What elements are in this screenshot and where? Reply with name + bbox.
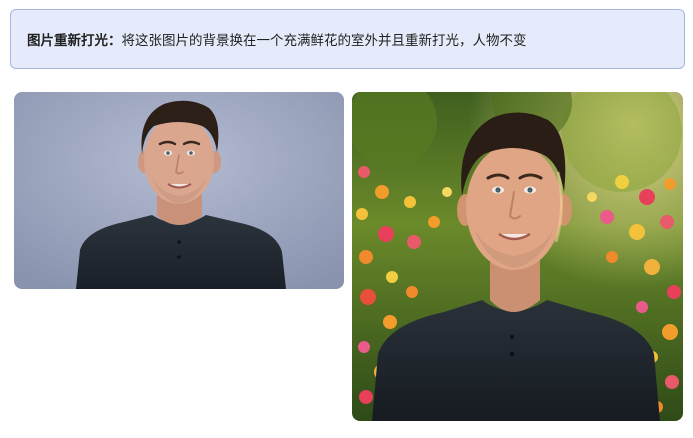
prompt-box: 图片重新打光： 将这张图片的背景换在一个充满鲜花的室外并且重新打光，人物不变 [10, 9, 685, 69]
result-image [352, 92, 683, 421]
relit-portrait-illustration [352, 92, 683, 421]
original-portrait-illustration [14, 92, 344, 289]
original-image [14, 92, 344, 289]
prompt-label: 图片重新打光： [27, 33, 122, 49]
prompt-text: 将这张图片的背景换在一个充满鲜花的室外并且重新打光，人物不变 [121, 33, 527, 49]
